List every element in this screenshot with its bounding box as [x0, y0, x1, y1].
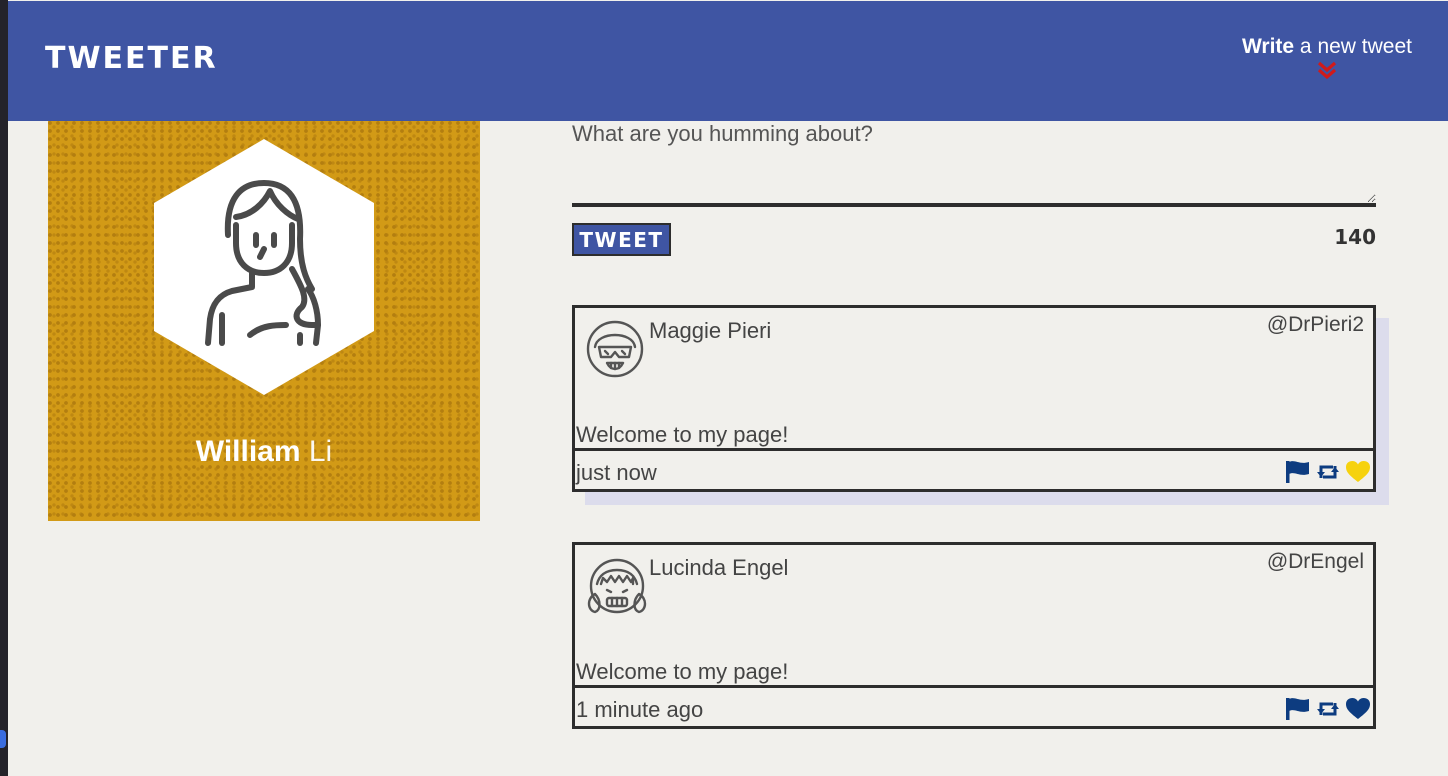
tweet-footer: just now — [575, 451, 1373, 489]
profile-last-name: Li — [300, 435, 333, 468]
edge-indicator — [0, 730, 6, 748]
user-avatar-icon — [587, 558, 647, 614]
tweet-actions — [1285, 697, 1371, 721]
like-heart-icon[interactable] — [1345, 697, 1371, 721]
compose-label-rest: a new tweet — [1294, 35, 1412, 58]
retweet-icon[interactable] — [1315, 697, 1341, 721]
retweet-icon[interactable] — [1315, 460, 1341, 484]
top-nav: TWEETER Write a new tweet — [8, 1, 1448, 121]
tweet-author-name: Lucinda Engel — [649, 555, 789, 580]
tweet-input[interactable] — [572, 121, 1376, 207]
tweet-timestamp: 1 minute ago — [576, 697, 704, 722]
flag-icon[interactable] — [1285, 460, 1311, 484]
tweet-text: Welcome to my page! — [576, 422, 789, 447]
tweet-text: Welcome to my page! — [576, 659, 789, 684]
compose-toggle-button[interactable]: Write a new tweet — [1242, 35, 1412, 79]
tweet-timestamp: just now — [576, 460, 657, 485]
tweet-footer: 1 minute ago — [575, 688, 1373, 726]
like-heart-icon[interactable] — [1345, 460, 1371, 484]
char-counter: 140 — [1334, 225, 1376, 249]
tweet-header: Lucinda Engel @DrEngel Welcome to my pag… — [575, 545, 1373, 688]
compose-label-bold: Write — [1241, 35, 1295, 58]
tweet-header: Maggie Pieri @DrPieri2 Welcome to my pag… — [575, 308, 1373, 451]
profile-card: William Li — [48, 121, 480, 521]
brand-logo[interactable]: TWEETER — [45, 41, 218, 76]
tweet-composer: TWEET 140 — [572, 121, 1376, 256]
profile-name: William Li — [48, 435, 480, 469]
tweet-author-handle: @DrEngel — [1266, 550, 1364, 573]
profile-first-name: William — [195, 435, 301, 468]
tweet-author-handle: @DrPieri2 — [1266, 313, 1364, 336]
user-avatar-icon — [586, 320, 644, 378]
tweet-card: Lucinda Engel @DrEngel Welcome to my pag… — [572, 542, 1376, 729]
tweet-actions — [1285, 460, 1371, 484]
window-edge — [0, 0, 8, 776]
profile-avatar — [154, 139, 374, 395]
tweet-card: Maggie Pieri @DrPieri2 Welcome to my pag… — [572, 305, 1376, 492]
tweet-author-name: Maggie Pieri — [649, 318, 772, 343]
flag-icon[interactable] — [1285, 697, 1311, 721]
tweet-submit-button[interactable]: TWEET — [572, 223, 671, 256]
double-chevron-down-icon — [1317, 61, 1337, 79]
